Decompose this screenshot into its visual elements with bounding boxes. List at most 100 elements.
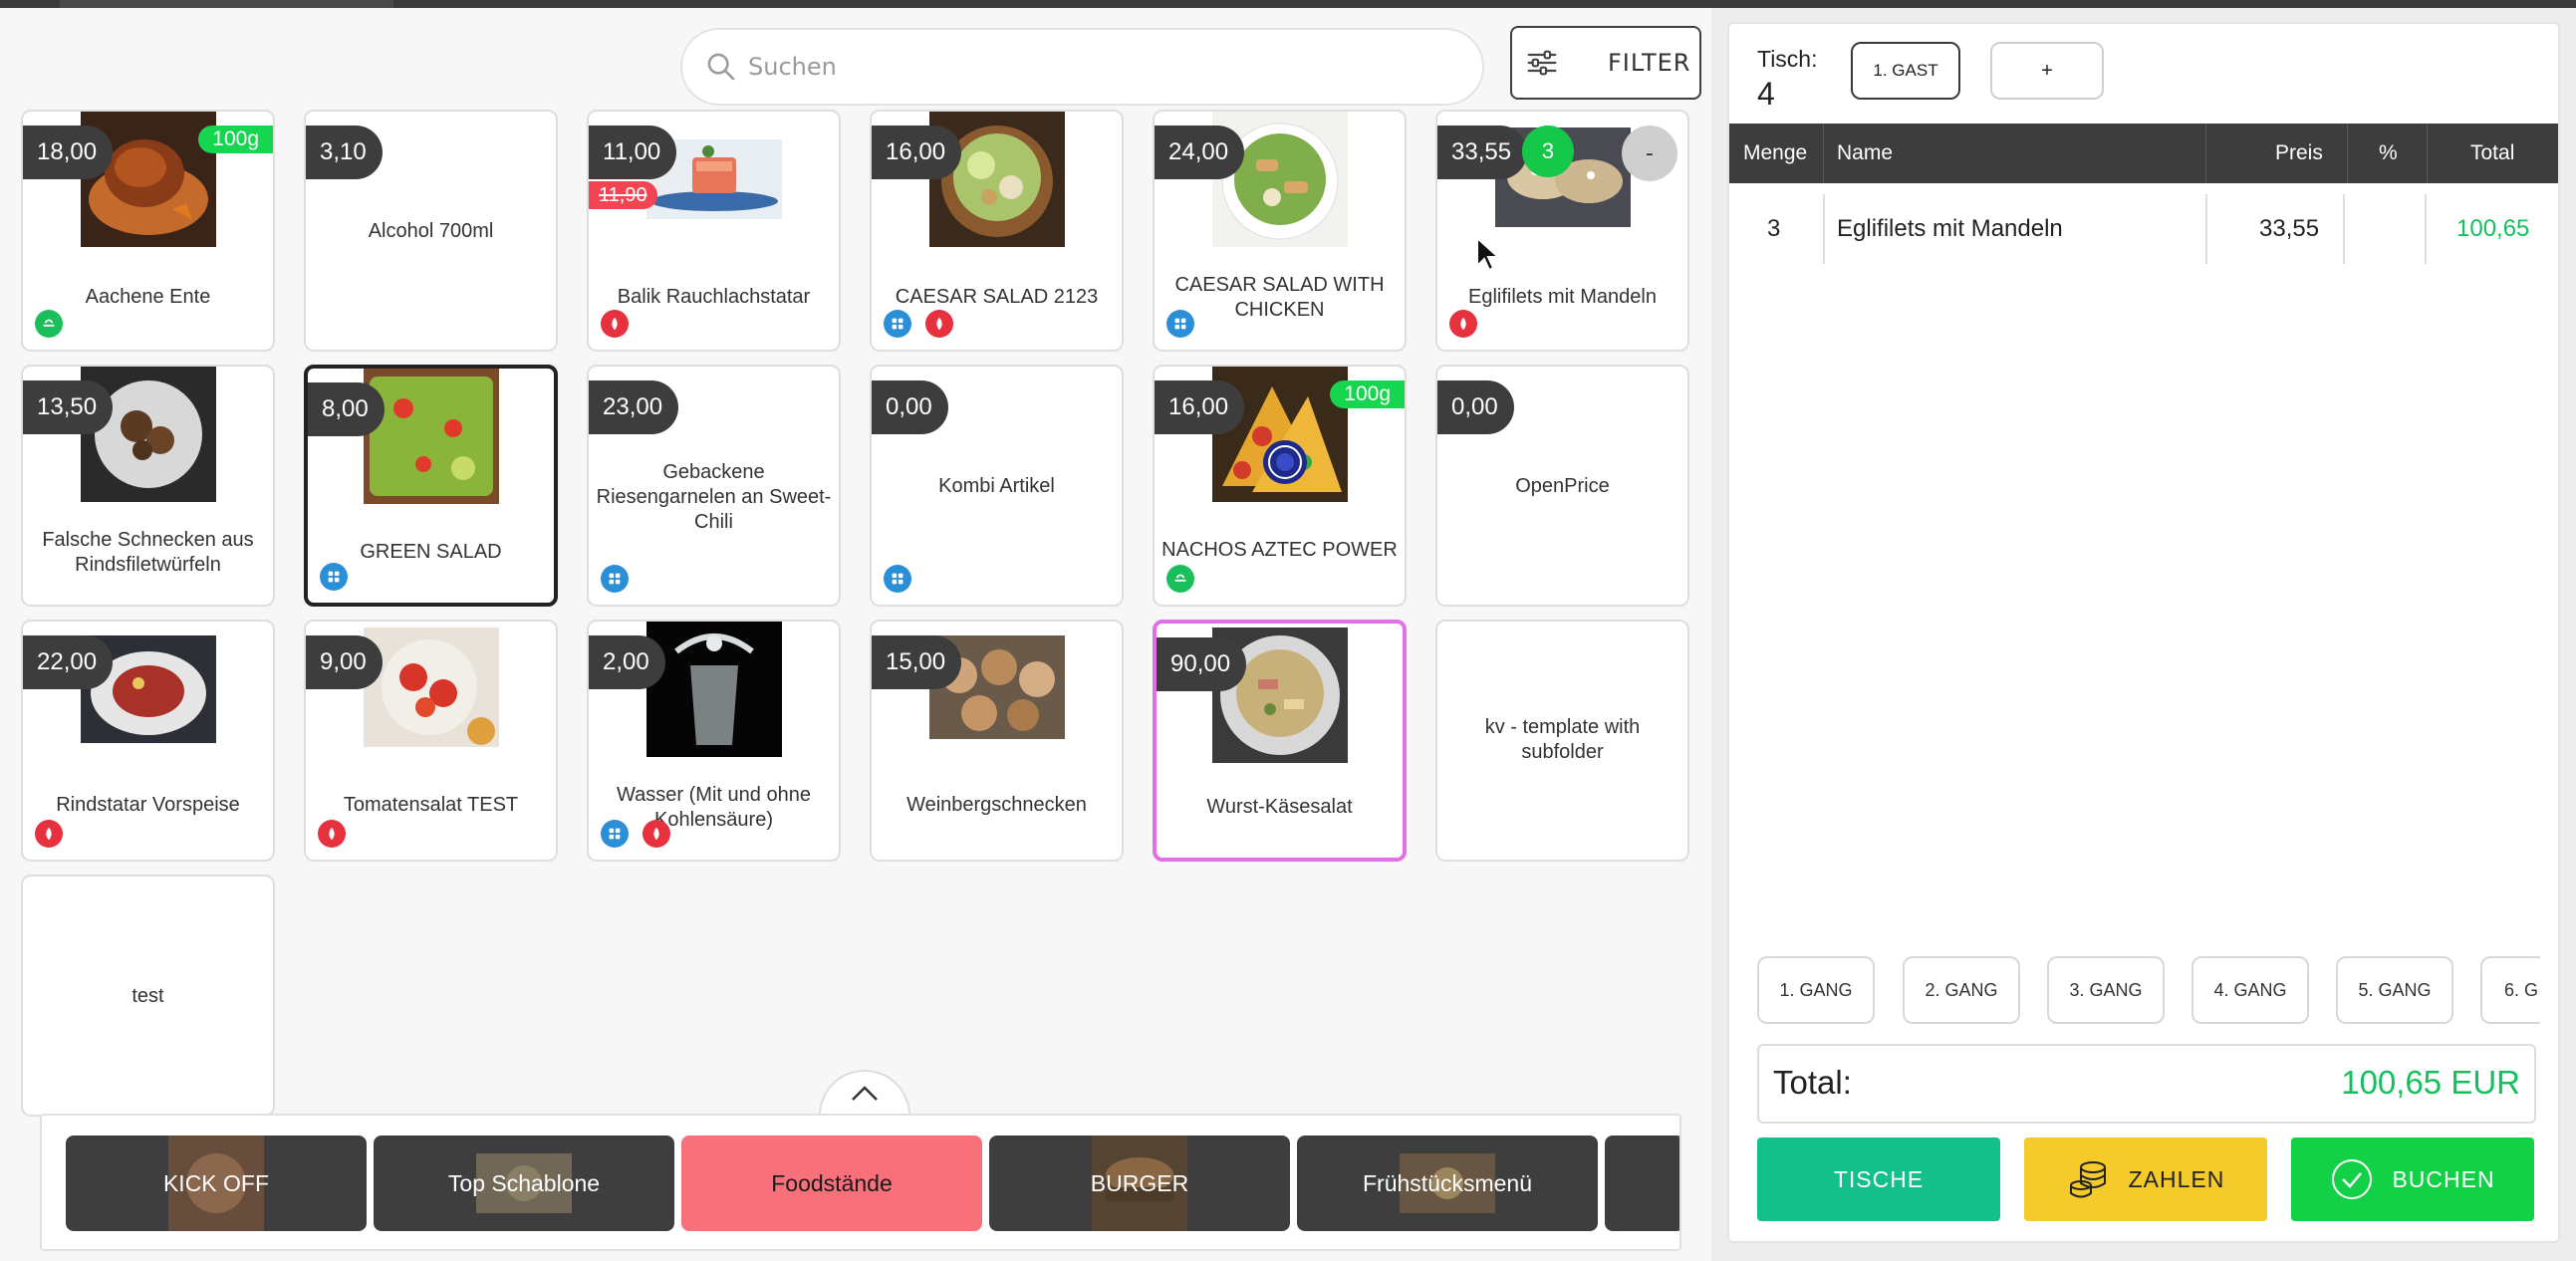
order-panel: Tisch: 4 1. GAST + Menge Name Preis % To… <box>1727 22 2560 1243</box>
category-top-schablone[interactable]: Top Schablone <box>374 1135 674 1231</box>
combo-icon <box>601 565 629 593</box>
price-badge: 13,50 <box>23 380 114 434</box>
product-name: Wurst-Käsesalat <box>1206 796 1353 818</box>
price-badge: 16,00 <box>1155 380 1245 434</box>
weight-badge: 100g <box>1330 380 1405 408</box>
total-value: 100,65 EUR <box>2341 1064 2520 1101</box>
row-separator <box>1823 194 1825 264</box>
window-tab-indicator <box>60 0 393 8</box>
product-name: kv - template with subfolder <box>1484 716 1641 763</box>
combo-icon <box>884 310 911 338</box>
product-tile-caesar-salad-2123[interactable]: 16,00 CAESAR SALAD 2123 <box>870 110 1124 352</box>
category-label: Top Schablone <box>447 1169 601 1196</box>
course-1-button[interactable]: 1. GANG <box>1757 956 1875 1024</box>
product-tile-riesengarnelen[interactable]: 23,00 Gebackene Riesengarnelen an Sweet-… <box>587 365 841 607</box>
product-tile-kombi-artikel[interactable]: 0,00 Kombi Artikel <box>870 365 1124 607</box>
course-2-button[interactable]: 2. GANG <box>1903 956 2020 1024</box>
product-tile-kv-template[interactable]: kv - template with subfolder <box>1435 620 1689 862</box>
touch-target-icon <box>1263 440 1307 484</box>
product-name: Rindstatar Vorspeise <box>56 794 240 816</box>
price-badge: 23,00 <box>589 380 679 434</box>
product-tile-falsche-schnecken[interactable]: 13,50 Falsche Schnecken aus Rindsfiletwü… <box>21 365 275 607</box>
product-tile-tomatensalat[interactable]: 9,00 Tomatensalat TEST <box>304 620 558 862</box>
product-tile-rindstatar[interactable]: 22,00 Rindstatar Vorspeise <box>21 620 275 862</box>
price-badge: 8,00 <box>308 382 385 436</box>
product-tile-green-salad[interactable]: 8,00 GREEN SALAD <box>304 365 558 607</box>
item-quantity: 3 <box>1767 215 1781 242</box>
price-badge: 9,00 <box>306 635 383 689</box>
product-tile-alcohol[interactable]: 3,10 Alcohol 700ml <box>304 110 558 352</box>
order-line-item[interactable]: 3 Eglifilets mit Mandeln 33,55 100,65 <box>1729 185 2558 273</box>
guest-button[interactable]: 1. GAST <box>1851 42 1960 100</box>
pay-button[interactable]: ZAHLEN <box>2024 1137 2267 1221</box>
total-label: Total: <box>1773 1064 1852 1101</box>
chevron-up-icon <box>852 1086 878 1101</box>
product-tile-balik-rauchlachstatar[interactable]: 11,00 11,90 Balik Rauchlachstatar <box>587 110 841 352</box>
price-badge: 18,00 <box>23 126 114 179</box>
product-image-tomato-salad <box>363 628 499 747</box>
row-separator <box>2425 194 2427 264</box>
product-tile-test[interactable]: test <box>21 875 275 1117</box>
search-input[interactable] <box>748 53 1445 81</box>
pay-label: ZAHLEN <box>2128 1165 2225 1192</box>
hot-dish-icon <box>35 310 63 338</box>
product-tile-wasser[interactable]: 2,00 Wasser (Mit und ohne Kohlensäure) <box>587 620 841 862</box>
row-separator <box>2205 194 2207 264</box>
course-3-button[interactable]: 3. GANG <box>2047 956 2165 1024</box>
product-tile-eglifilets[interactable]: 33,55 3 - Eglifilets mit Mandeln <box>1435 110 1689 352</box>
category-label: KICK OFF <box>162 1169 270 1196</box>
row-separator <box>2343 194 2345 264</box>
product-tile-aachene-ente[interactable]: 18,00 100g Aachene Ente <box>21 110 275 352</box>
category-fruehstuecksmenue[interactable]: Frühstücksmenü <box>1297 1135 1598 1231</box>
course-6-button[interactable]: 6. G <box>2480 956 2540 1024</box>
price-badge: 16,00 <box>872 126 962 179</box>
product-tile-wurst-kaesesalat[interactable]: 90,00 Wurst-Käsesalat <box>1153 620 1407 862</box>
course-4-button[interactable]: 4. GANG <box>2191 956 2309 1024</box>
product-name: CAESAR SALAD 2123 <box>895 286 1099 308</box>
filter-button[interactable]: FILTER <box>1510 26 1701 100</box>
mouse-cursor-icon <box>1476 236 1501 272</box>
combo-icon <box>884 565 911 593</box>
product-name: Aachene Ente <box>85 286 211 308</box>
product-tile-openprice[interactable]: 0,00 OpenPrice <box>1435 365 1689 607</box>
category-kick-off[interactable]: KICK OFF <box>66 1135 367 1231</box>
product-name: Weinbergschnecken <box>906 794 1087 816</box>
book-button[interactable]: BUCHEN <box>2291 1137 2534 1221</box>
category-burger[interactable]: BURGER <box>989 1135 1290 1231</box>
price-badge: 0,00 <box>872 380 948 434</box>
column-separator <box>1823 124 1824 183</box>
product-name: CAESAR SALAD WITH CHICKEN <box>1174 274 1385 321</box>
price-badge: 90,00 <box>1157 637 1247 691</box>
tables-button[interactable]: TISCHE <box>1757 1137 2000 1221</box>
product-name: NACHOS AZTEC POWER <box>1161 539 1398 561</box>
total-box: Total: 100,65 EUR <box>1757 1044 2536 1124</box>
course-5-button[interactable]: 5. GANG <box>2336 956 2453 1024</box>
add-guest-button[interactable]: + <box>1990 42 2104 100</box>
decrease-quantity-button[interactable]: - <box>1622 126 1677 181</box>
expand-categories-button[interactable] <box>819 1070 910 1116</box>
old-price-badge: 11,90 <box>589 181 657 209</box>
combo-icon <box>601 820 629 848</box>
product-tile-weinbergschnecken[interactable]: 15,00 Weinbergschnecken <box>870 620 1124 862</box>
price-badge: 24,00 <box>1155 126 1245 179</box>
column-total: Total <box>2470 141 2515 164</box>
product-tile-caesar-salad-chicken[interactable]: 24,00 CAESAR SALAD WITH CHICKEN <box>1153 110 1407 352</box>
category-label: BURGER <box>1090 1169 1189 1196</box>
product-name: Balik Rauchlachstatar <box>617 286 811 308</box>
category-foodstaende[interactable]: Foodstände <box>681 1135 982 1231</box>
quantity-badge: 3 <box>1522 126 1574 177</box>
product-tile-nachos[interactable]: 16,00 100g NACHOS AZTEC POWER <box>1153 365 1407 607</box>
price-badge: 33,55 <box>1437 126 1528 179</box>
spicy-icon <box>1449 310 1477 338</box>
product-name: Tomatensalat TEST <box>343 794 519 816</box>
coins-icon <box>2069 1161 2106 1198</box>
price-badge: 2,00 <box>589 635 665 689</box>
search-box[interactable] <box>680 28 1484 106</box>
category-label: Frühstücksmenü <box>1362 1169 1532 1196</box>
column-separator <box>2427 124 2428 183</box>
table-number: 4 <box>1757 76 1775 112</box>
spicy-icon <box>643 820 670 848</box>
category-label: Foodstände <box>771 1169 893 1196</box>
product-name: Alcohol 700ml <box>368 220 494 242</box>
category-more[interactable] <box>1605 1135 1679 1231</box>
